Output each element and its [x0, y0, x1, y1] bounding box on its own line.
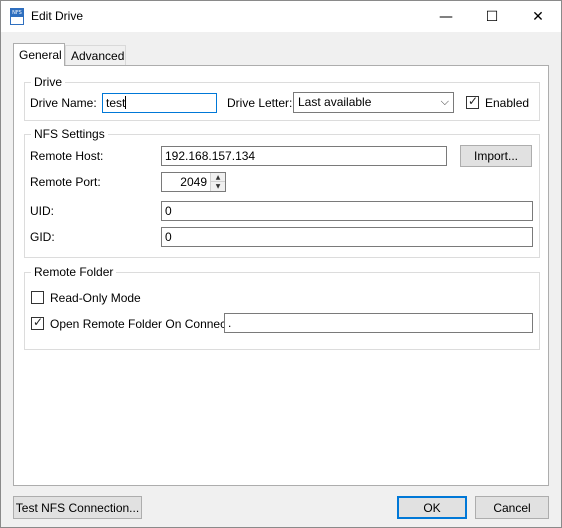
enabled-checkbox[interactable]: ✓: [466, 94, 479, 109]
drive-letter-select[interactable]: Last available ⌵: [293, 92, 454, 113]
cancel-button[interactable]: Cancel: [475, 496, 549, 519]
remote-port-spinner[interactable]: 2049 ▲ ▼: [161, 172, 226, 192]
minimize-icon: —: [439, 8, 453, 25]
maximize-icon: ☐: [485, 8, 499, 25]
remote-host-label: Remote Host:: [30, 149, 104, 163]
uid-input[interactable]: 0: [161, 201, 533, 221]
title-bar[interactable]: NFS Edit Drive — ☐ ✕: [1, 1, 561, 32]
chevron-down-icon: ⌵: [440, 95, 449, 108]
open-remote-folder-input[interactable]: .: [224, 313, 533, 333]
drive-group-legend: Drive: [31, 75, 66, 89]
read-only-checkbox[interactable]: [31, 291, 44, 304]
check-icon: ✓: [468, 94, 479, 108]
tab-general[interactable]: General: [13, 43, 65, 66]
import-button[interactable]: Import...: [460, 145, 532, 167]
nfs-app-icon: NFS: [10, 8, 24, 25]
close-button[interactable]: ✕: [515, 1, 561, 32]
window-title: Edit Drive: [31, 9, 84, 23]
gid-label: GID:: [30, 230, 55, 244]
tab-advanced[interactable]: Advanced: [65, 45, 126, 66]
ok-button[interactable]: OK: [397, 496, 467, 519]
check-icon: ✓: [33, 315, 44, 329]
uid-label: UID:: [30, 204, 54, 218]
spin-up-icon[interactable]: ▲: [211, 173, 225, 182]
nfs-settings-group: NFS Settings Remote Host: 192.168.157.13…: [24, 127, 540, 258]
open-remote-folder-label: Open Remote Folder On Connect:: [50, 317, 233, 331]
spinner-arrows: ▲ ▼: [210, 173, 225, 191]
remote-host-input[interactable]: 192.168.157.134: [161, 146, 447, 166]
drive-group: Drive Drive Name: test Drive Letter: Las…: [24, 75, 540, 121]
spin-down-icon[interactable]: ▼: [211, 182, 225, 191]
text-caret: [125, 96, 127, 109]
remote-port-label: Remote Port:: [30, 175, 101, 189]
general-tab-panel: Drive Drive Name: test Drive Letter: Las…: [13, 65, 549, 486]
close-icon: ✕: [532, 8, 544, 25]
read-only-label: Read-Only Mode: [50, 291, 141, 305]
drive-letter-label: Drive Letter:: [227, 96, 293, 110]
maximize-button[interactable]: ☐: [469, 1, 515, 32]
open-remote-folder-checkbox[interactable]: ✓: [31, 315, 44, 330]
edit-drive-dialog: NFS Edit Drive — ☐ ✕ General Advanced Dr…: [0, 0, 562, 528]
enabled-label: Enabled: [485, 96, 530, 110]
gid-input[interactable]: 0: [161, 227, 533, 247]
minimize-button[interactable]: —: [423, 1, 469, 32]
test-nfs-connection-button[interactable]: Test NFS Connection...: [13, 496, 142, 519]
drive-name-label: Drive Name:: [30, 96, 97, 110]
drive-name-input[interactable]: test: [102, 93, 217, 113]
remote-folder-group: Remote Folder Read-Only Mode ✓ Open Remo…: [24, 265, 540, 350]
nfs-settings-legend: NFS Settings: [31, 127, 108, 141]
remote-folder-legend: Remote Folder: [31, 265, 117, 279]
